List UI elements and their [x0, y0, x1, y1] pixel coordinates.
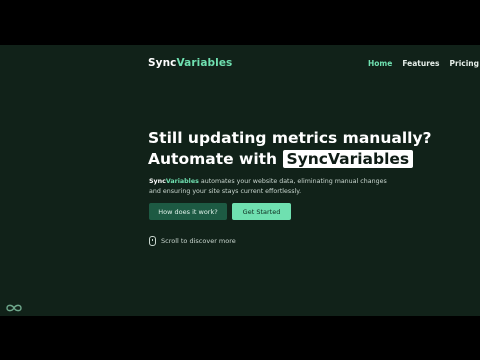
- get-started-button[interactable]: Get Started: [232, 203, 291, 220]
- headline-line-2: Automate with SyncVariables: [148, 149, 432, 170]
- hero-description: SyncVariables automates your website dat…: [149, 177, 399, 196]
- nav-item-home[interactable]: Home: [368, 59, 392, 68]
- scroll-hint: Scroll to discover more: [149, 236, 236, 246]
- headline-highlight: SyncVariables: [282, 150, 414, 168]
- desc-brand-accent: Variables: [165, 178, 199, 185]
- hero-headline: Still updating metrics manually? Automat…: [148, 128, 432, 170]
- desc-brand-main: Sync: [149, 178, 166, 185]
- nav-item-features[interactable]: Features: [402, 59, 439, 68]
- scroll-hint-text: Scroll to discover more: [161, 237, 236, 245]
- logo-text-accent: Variables: [176, 57, 233, 69]
- headline-line-1: Still updating metrics manually?: [148, 129, 432, 147]
- nav-item-pricing[interactable]: Pricing: [450, 59, 480, 68]
- logo-text-main: Sync: [148, 57, 177, 69]
- mouse-icon: [149, 236, 156, 246]
- headline-line-2-text: Automate with: [148, 150, 278, 168]
- infinity-icon: [5, 298, 23, 317]
- site-logo[interactable]: SyncVariables: [148, 57, 232, 69]
- landing-page: SyncVariables Home Features Pricing Da S…: [0, 45, 480, 316]
- desc-brand: SyncVariables: [149, 178, 199, 185]
- how-it-works-button[interactable]: How does it work?: [149, 203, 227, 220]
- top-nav: Home Features Pricing Da: [368, 59, 480, 68]
